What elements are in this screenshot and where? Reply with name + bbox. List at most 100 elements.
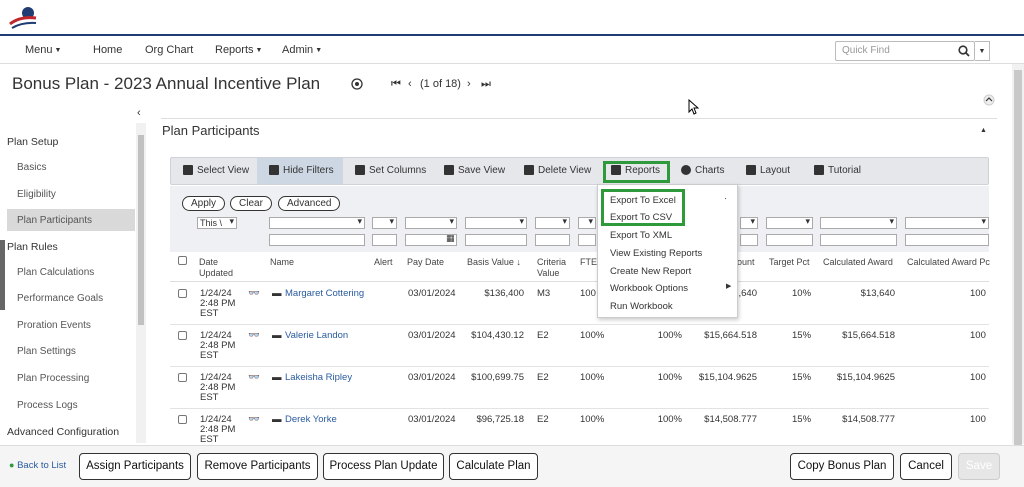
select-all-checkbox[interactable] (178, 256, 187, 265)
award-filter-input[interactable] (820, 234, 897, 246)
name-filter-input[interactable] (269, 234, 365, 246)
sidebar-item-plan-settings[interactable]: Plan Settings (17, 346, 76, 357)
sidebar-item-performance-goals[interactable]: Performance Goals (17, 293, 103, 304)
col-alert[interactable]: Alert (374, 257, 393, 268)
charts-button[interactable]: Charts (681, 158, 724, 184)
calendar-icon[interactable]: ▦ (446, 233, 455, 244)
layout-button[interactable]: Layout (746, 158, 790, 184)
amount-filter-input[interactable] (740, 234, 758, 246)
fte-filter-input[interactable] (578, 234, 596, 246)
menu-item-run-workbook[interactable]: Run Workbook (610, 301, 673, 312)
menu-item-create-new-report[interactable]: Create New Report (610, 266, 691, 277)
first-page-icon[interactable]: ⏮ (391, 78, 401, 91)
row-checkbox[interactable] (178, 289, 187, 298)
back-to-list-link[interactable]: ● Back to List (9, 460, 66, 471)
select-view-button[interactable]: Select View (183, 158, 249, 184)
award-pct-filter-input[interactable] (905, 234, 989, 246)
menu-item-view-existing-reports[interactable]: View Existing Reports (610, 248, 702, 259)
collapse-up-icon[interactable] (983, 94, 995, 106)
save-button[interactable]: Save (958, 453, 1000, 480)
table-row[interactable]: 1/24/24 2:48 PM EST 👓 ▬ Valerie Landon 03/… (170, 325, 989, 367)
target-filter-select[interactable] (766, 216, 813, 229)
row-checkbox[interactable] (178, 373, 187, 382)
last-page-icon[interactable]: ⏭ (481, 78, 491, 91)
row-checkbox[interactable] (178, 331, 187, 340)
target-icon[interactable] (351, 78, 363, 90)
participant-name-link[interactable]: Derek Yorke (285, 415, 337, 425)
table-row[interactable]: 1/24/24 2:48 PM EST 👓 ▬ Margaret Cottering… (170, 283, 989, 325)
delete-view-button[interactable]: Delete View (524, 158, 591, 184)
tutorial-button[interactable]: Tutorial (814, 158, 861, 184)
nav-reports[interactable]: Reports ▼ (215, 44, 262, 56)
apply-filter-button[interactable]: Apply (182, 196, 226, 211)
copy-bonus-plan-button[interactable]: Copy Bonus Plan (790, 453, 894, 480)
page-scroll-thumb[interactable] (1014, 70, 1022, 450)
col-fte[interactable]: FTE (580, 257, 597, 268)
participant-name-link[interactable]: Valerie Landon (285, 331, 348, 341)
process-plan-update-button[interactable]: Process Plan Update (323, 453, 444, 480)
name-filter-select[interactable] (269, 216, 365, 229)
alert-filter-checkbox[interactable] (372, 234, 397, 246)
alert-filter-select[interactable] (372, 216, 397, 229)
col-criteria-value[interactable]: Criteria Value (537, 257, 566, 279)
binoculars-icon[interactable]: 👓 (248, 373, 260, 383)
col-calculated-award[interactable]: Calculated Award (823, 257, 893, 268)
award-filter-select[interactable] (820, 216, 897, 229)
assign-participants-button[interactable]: Assign Participants (79, 453, 191, 480)
calculate-plan-button[interactable]: Calculate Plan (449, 453, 538, 480)
nav-home[interactable]: Home (93, 44, 122, 56)
company-logo[interactable] (8, 4, 38, 30)
basis-filter-select[interactable] (465, 216, 527, 229)
cancel-button[interactable]: Cancel (900, 453, 952, 480)
clear-filter-button[interactable]: Clear (230, 196, 272, 211)
hide-filters-button[interactable]: Hide Filters (257, 158, 343, 184)
binoculars-icon[interactable]: 👓 (248, 289, 260, 299)
nav-admin[interactable]: Admin ▼ (282, 44, 322, 56)
save-view-button[interactable]: Save View (444, 158, 505, 184)
binoculars-icon[interactable]: 👓 (248, 415, 260, 425)
table-row[interactable]: 1/24/24 2:48 PM EST 👓 ▬ Lakeisha Ripley 03… (170, 367, 989, 409)
col-target-pct[interactable]: Target Pct (769, 257, 810, 268)
table-row[interactable]: 1/24/24 2:48 PM EST 👓 ▬ Derek Yorke 03/01/… (170, 409, 989, 445)
fte-filter-select[interactable] (578, 216, 596, 229)
sidebar-item-process-logs[interactable]: Process Logs (17, 400, 78, 411)
prev-page-icon[interactable]: ‹ (408, 78, 412, 90)
advanced-filter-button[interactable]: Advanced (278, 196, 341, 211)
col-date-updated[interactable]: Date Updated (199, 257, 233, 279)
col-calculated-award-pct[interactable]: Calculated Award Pc (907, 257, 990, 268)
sidebar-item-basics[interactable]: Basics (17, 162, 46, 173)
col-amount[interactable]: ount (737, 257, 755, 268)
pay-date-filter-select[interactable] (405, 216, 457, 229)
sidebar-item-plan-participants[interactable]: Plan Participants (17, 215, 92, 226)
date-filter-select[interactable]: This \ (197, 216, 237, 229)
remove-participants-button[interactable]: Remove Participants (197, 453, 318, 480)
criteria-filter-select[interactable] (535, 216, 570, 229)
basis-filter-input[interactable] (465, 234, 527, 246)
quick-find-input[interactable]: Quick Find (835, 41, 975, 61)
menu-item-export-xml[interactable]: Export To XML (610, 230, 672, 241)
sidebar-item-plan-processing[interactable]: Plan Processing (17, 373, 89, 384)
set-columns-button[interactable]: Set Columns (355, 158, 426, 184)
side-panel-handle[interactable] (0, 240, 5, 310)
sidebar-collapse-icon[interactable]: ‹ (137, 107, 141, 119)
criteria-filter-input[interactable] (535, 234, 570, 246)
participant-name-link[interactable]: Margaret Cottering (285, 289, 364, 299)
sidebar-item-eligibility[interactable]: Eligibility (17, 189, 56, 200)
col-pay-date[interactable]: Pay Date (407, 257, 444, 268)
participant-name-link[interactable]: Lakeisha Ripley (285, 373, 352, 383)
nav-menu[interactable]: Menu ▼ (25, 44, 61, 56)
quick-find-dropdown[interactable]: ▼ (975, 41, 990, 61)
sidebar-item-proration-events[interactable]: Proration Events (17, 320, 91, 331)
sidebar-section-advanced-configuration[interactable]: Advanced Configuration (7, 426, 119, 438)
binoculars-icon[interactable]: 👓 (248, 331, 260, 341)
row-checkbox[interactable] (178, 415, 187, 424)
sidebar-item-plan-calculations[interactable]: Plan Calculations (17, 267, 94, 278)
search-icon[interactable] (958, 45, 970, 57)
award-pct-filter-select[interactable] (905, 216, 989, 229)
sidebar-scroll-thumb[interactable] (138, 135, 144, 325)
amount-filter-select[interactable] (740, 216, 758, 229)
col-name[interactable]: Name (270, 257, 294, 268)
nav-org-chart[interactable]: Org Chart (145, 44, 193, 56)
next-page-icon[interactable]: › (467, 78, 471, 90)
target-filter-input[interactable] (766, 234, 813, 246)
